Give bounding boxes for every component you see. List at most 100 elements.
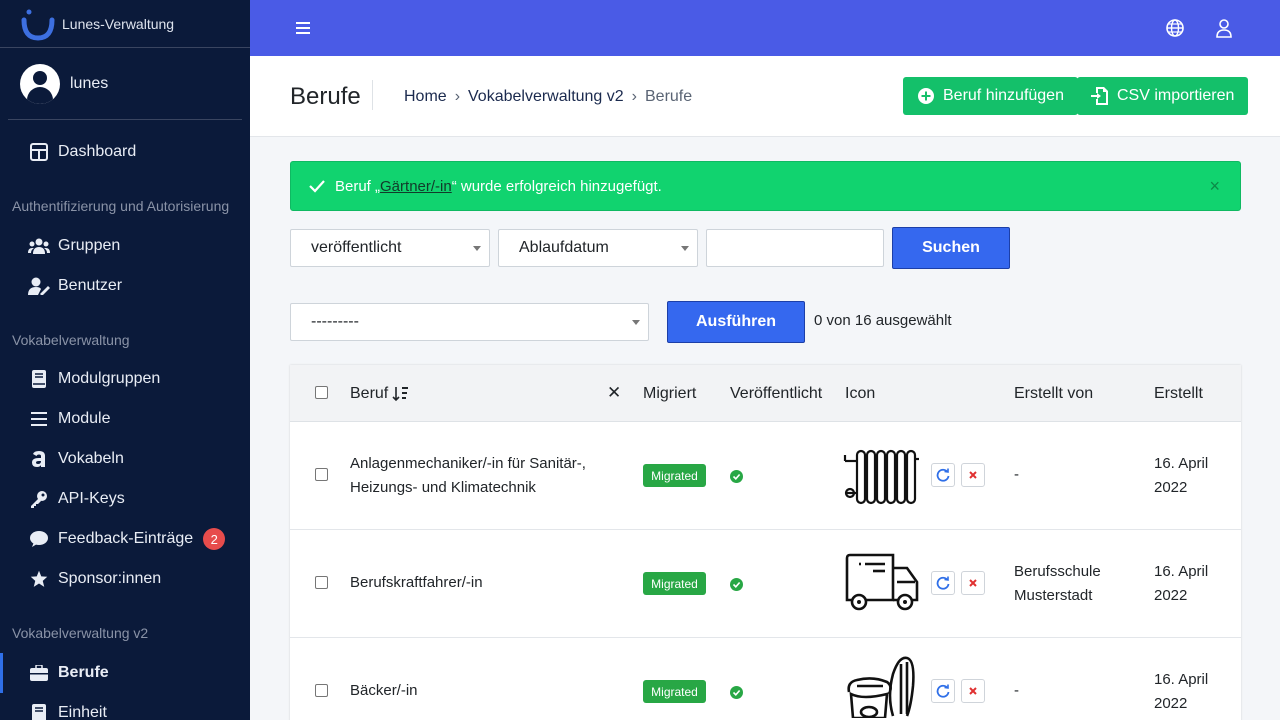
breadcrumb-current: Berufe bbox=[645, 88, 693, 105]
delete-icon-button[interactable] bbox=[961, 679, 985, 703]
table-row[interactable]: Anlagenmechaniker/-in für Sanitär-, Heiz… bbox=[290, 422, 1241, 530]
job-name-line: Berufskraftfahrer/-in bbox=[350, 574, 483, 591]
row-checkbox[interactable] bbox=[315, 576, 328, 589]
sidebar-item-api-keys[interactable]: API-Keys bbox=[0, 479, 250, 519]
plus-circle-icon bbox=[918, 88, 934, 104]
alert-close-icon[interactable]: × bbox=[1209, 176, 1220, 197]
table-row[interactable]: Bäcker/-in Migrated - 16. April 2022 bbox=[290, 638, 1241, 720]
menu-toggle-icon[interactable] bbox=[296, 19, 314, 35]
row-checkbox[interactable] bbox=[315, 684, 328, 697]
row-checkbox[interactable] bbox=[315, 468, 328, 481]
sidebar-item-dashboard[interactable]: Dashboard bbox=[0, 132, 250, 172]
sidebar-item-sponsors[interactable]: Sponsor:innen bbox=[0, 559, 250, 599]
published-check-icon bbox=[730, 470, 743, 483]
column-header-created[interactable]: Erstellt bbox=[1154, 385, 1203, 403]
sidebar-item-vocabulary[interactable]: Vokabeln bbox=[0, 439, 250, 479]
sidebar-item-jobs[interactable]: Berufe bbox=[0, 653, 250, 693]
user-edit-icon bbox=[28, 275, 50, 297]
sidebar-item-label: Dashboard bbox=[58, 143, 137, 160]
column-header-job-label: Beruf bbox=[350, 385, 389, 402]
sidebar-item-groups[interactable]: Gruppen bbox=[0, 226, 250, 266]
column-header-published[interactable]: Veröffentlicht bbox=[730, 385, 822, 403]
sort-icon[interactable] bbox=[392, 386, 410, 402]
job-name-line: Heizungs- und Klimatechnik bbox=[350, 479, 536, 496]
star-icon bbox=[28, 568, 50, 590]
search-button[interactable]: Suchen bbox=[892, 227, 1010, 269]
sidebar-item-users[interactable]: Benutzer bbox=[0, 266, 250, 306]
select-all-checkbox[interactable] bbox=[315, 386, 328, 399]
job-name[interactable]: Berufskraftfahrer/-in bbox=[350, 571, 483, 595]
action-select[interactable]: --------- bbox=[290, 303, 649, 341]
created-by-line: Berufsschule bbox=[1014, 563, 1101, 580]
column-header-icon: Icon bbox=[845, 385, 876, 402]
migrated-badge: Migrated bbox=[643, 680, 706, 703]
sidebar-item-label: Feedback-Einträge bbox=[58, 530, 194, 547]
table-row[interactable]: Berufskraftfahrer/-in Migrated Berufssch… bbox=[290, 530, 1241, 638]
list-icon bbox=[28, 408, 50, 430]
action-select-value: --------- bbox=[311, 313, 359, 330]
created-date-line: 2022 bbox=[1154, 479, 1188, 496]
created-date-line: 16. April bbox=[1154, 671, 1209, 688]
breadcrumb-home[interactable]: Home bbox=[404, 88, 447, 106]
jobs-table: Beruf ✕ Migriert Veröffentlicht Icon Ers… bbox=[290, 365, 1241, 720]
created-date-line: 16. April bbox=[1154, 563, 1209, 580]
delete-icon-button[interactable] bbox=[961, 463, 985, 487]
sidebar-item-label: Einheit bbox=[58, 704, 107, 720]
breadcrumb-section[interactable]: Vokabelverwaltung v2 bbox=[468, 88, 624, 106]
created-by-line: Musterstadt bbox=[1014, 587, 1093, 604]
import-csv-label: CSV importieren bbox=[1117, 87, 1235, 104]
truck-icon bbox=[845, 553, 919, 611]
reload-icon-button[interactable] bbox=[931, 571, 955, 595]
user-panel[interactable]: lunes bbox=[8, 48, 242, 120]
breadcrumb-separator: › bbox=[631, 88, 637, 105]
add-job-button[interactable]: Beruf hinzufügen bbox=[903, 77, 1078, 115]
import-csv-button[interactable]: CSV importieren bbox=[1077, 77, 1249, 115]
job-name[interactable]: Anlagenmechaniker/-in für Sanitär-, Heiz… bbox=[350, 452, 586, 500]
page-title: Berufe bbox=[290, 83, 361, 110]
brand[interactable]: Lunes-Verwaltung bbox=[0, 0, 250, 48]
sidebar-item-label: Berufe bbox=[58, 664, 109, 681]
sidebar-item-modules[interactable]: Module bbox=[0, 399, 250, 439]
app-title: Lunes-Verwaltung bbox=[62, 15, 175, 32]
run-action-button[interactable]: Ausführen bbox=[667, 301, 805, 343]
created-by-line: - bbox=[1014, 682, 1019, 699]
user-icon[interactable] bbox=[1214, 18, 1234, 38]
sidebar-item-label: Vokabeln bbox=[58, 450, 124, 467]
letter-a-icon bbox=[28, 448, 50, 470]
chevron-down-icon bbox=[473, 246, 481, 251]
file-import-icon bbox=[1091, 87, 1108, 105]
job-name[interactable]: Bäcker/-in bbox=[350, 679, 418, 703]
comment-icon bbox=[28, 528, 50, 550]
sidebar-item-unit[interactable]: Einheit bbox=[0, 693, 250, 720]
delete-icon-button[interactable] bbox=[961, 571, 985, 595]
column-header-job[interactable]: Beruf bbox=[350, 385, 410, 403]
search-input[interactable] bbox=[706, 229, 884, 267]
sidebar-item-label: Modulgruppen bbox=[58, 370, 161, 387]
sidebar-section-vocab: Vokabelverwaltung bbox=[12, 332, 130, 348]
book-icon bbox=[28, 702, 50, 720]
reload-icon-button[interactable] bbox=[931, 463, 955, 487]
column-header-created-by[interactable]: Erstellt von bbox=[1014, 385, 1093, 403]
sidebar-item-feedback[interactable]: Feedback-Einträge 2 bbox=[0, 519, 250, 559]
expiry-filter-select[interactable]: Ablaufdatum bbox=[498, 229, 698, 267]
clear-sort-icon[interactable]: ✕ bbox=[607, 383, 621, 403]
success-alert: Beruf „ Gärtner/-in “ wurde erfolgreich hi… bbox=[290, 161, 1241, 211]
sidebar-item-module-groups[interactable]: Modulgruppen bbox=[0, 359, 250, 399]
globe-icon[interactable] bbox=[1165, 18, 1185, 38]
top-navbar bbox=[250, 0, 1280, 56]
alert-link[interactable]: Gärtner/-in bbox=[380, 178, 452, 195]
reload-icon-button[interactable] bbox=[931, 679, 955, 703]
bread-icon bbox=[847, 656, 915, 718]
created-date-line: 2022 bbox=[1154, 695, 1188, 712]
add-job-label: Beruf hinzufügen bbox=[943, 87, 1064, 104]
sidebar-item-label: Module bbox=[58, 410, 111, 427]
published-filter-select[interactable]: veröffentlicht bbox=[290, 229, 490, 267]
close-icon bbox=[969, 687, 977, 695]
alert-prefix: Beruf „ bbox=[335, 177, 381, 195]
published-check-icon bbox=[730, 578, 743, 591]
breadcrumb: Home › Vokabelverwaltung v2 › Berufe bbox=[404, 88, 692, 106]
job-name-line: Anlagenmechaniker/-in für Sanitär-, bbox=[350, 455, 586, 472]
column-header-migrated[interactable]: Migriert bbox=[643, 385, 696, 403]
created-by: - bbox=[1014, 463, 1019, 487]
created-date: 16. April 2022 bbox=[1154, 452, 1208, 500]
